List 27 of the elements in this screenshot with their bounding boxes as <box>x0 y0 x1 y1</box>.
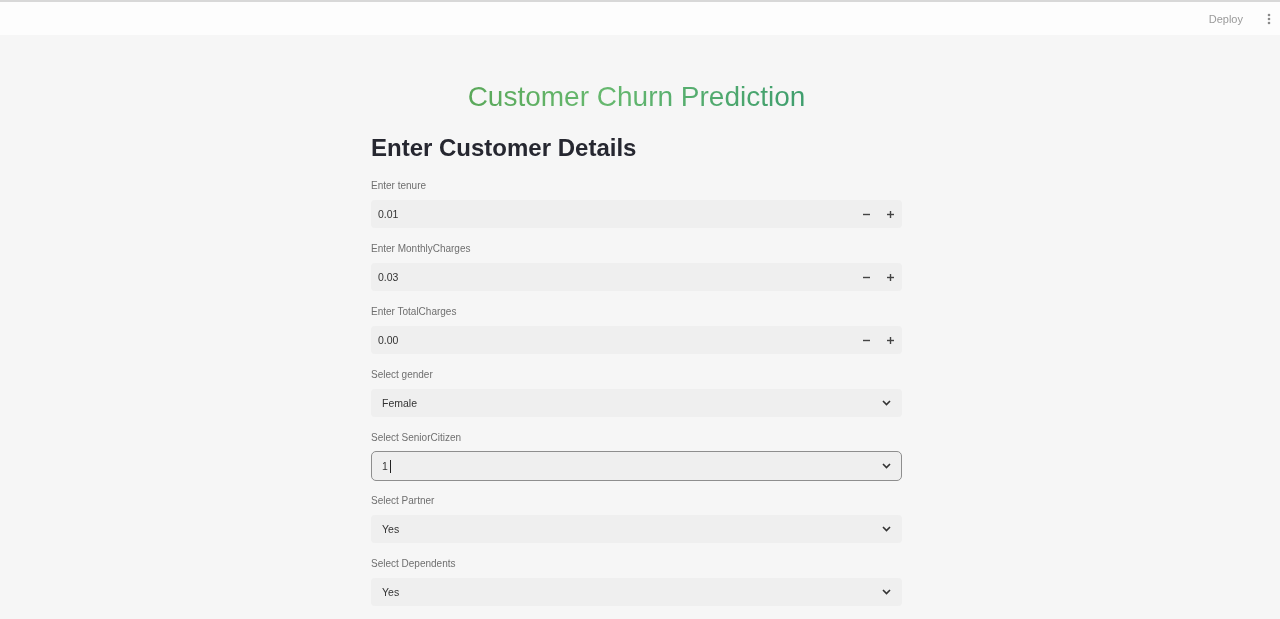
plus-icon <box>886 336 894 344</box>
increment-button[interactable] <box>878 200 902 228</box>
number-input[interactable]: 0.00 <box>371 326 854 354</box>
number-input[interactable]: 0.01 <box>371 200 854 228</box>
section-heading: Enter Customer Details <box>371 133 637 163</box>
plus-icon <box>886 210 894 218</box>
field-label: Select gender <box>371 368 433 382</box>
chevron-down-icon <box>882 463 891 469</box>
number-input[interactable]: 0.03 <box>371 263 854 291</box>
field-label: Select Partner <box>371 494 435 508</box>
field-label: Enter TotalCharges <box>371 305 457 319</box>
increment-button[interactable] <box>878 326 902 354</box>
increment-button[interactable] <box>878 263 902 291</box>
dropdown-field[interactable]: 1 <box>371 451 902 481</box>
plus-icon <box>886 273 894 281</box>
chevron-down-icon <box>882 400 891 406</box>
menu-icon[interactable] <box>1267 12 1271 25</box>
chevron-down-icon <box>882 589 891 595</box>
dropdown-field[interactable]: Yes <box>371 578 902 606</box>
field-label: Select Dependents <box>371 557 456 571</box>
text-cursor-icon <box>389 459 391 473</box>
dropdown-field[interactable]: Female <box>371 389 902 417</box>
field-label: Enter MonthlyCharges <box>371 242 471 256</box>
field-label: Select SeniorCitizen <box>371 431 462 445</box>
chevron-down-icon <box>882 526 891 532</box>
dropdown-field[interactable]: Yes <box>371 515 902 543</box>
field-label: Enter tenure <box>371 179 427 193</box>
